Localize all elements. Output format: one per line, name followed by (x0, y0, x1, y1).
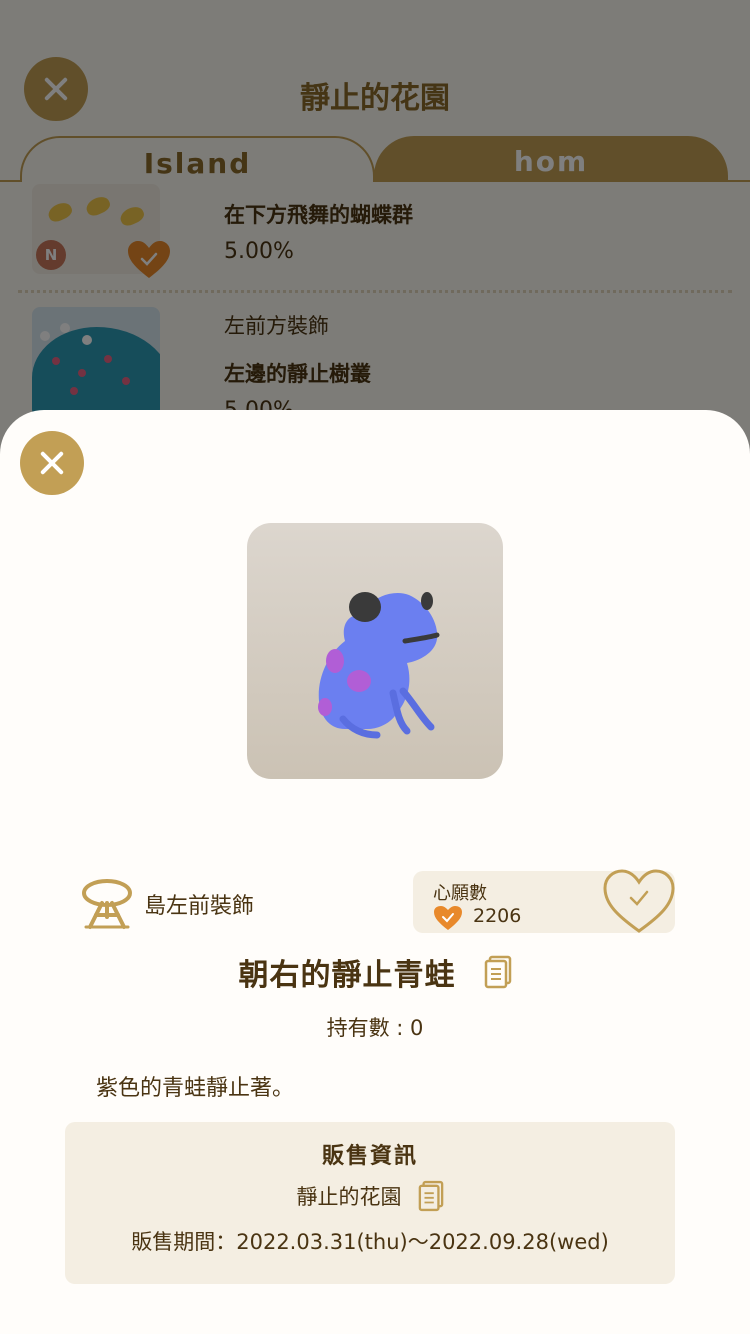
sale-info-title: 販售資訊 (321, 1144, 418, 1169)
item-detail-sheet: 島左前裝飾 心願數 2206 朝右的靜止青蛙 持有數 : 0 紫色的青蛙靜止著。… (0, 410, 750, 1334)
copy-icon[interactable] (484, 955, 512, 989)
wishlist-count: 2206 (473, 905, 522, 927)
frog-illustration (318, 592, 440, 739)
heart-check-icon (434, 906, 462, 930)
item-description: 紫色的青蛙靜止著。 (96, 1076, 295, 1101)
item-title: 朝右的靜止青蛙 (238, 958, 456, 993)
sale-period: 販售期間：2022.03.31(thu)～2022.09.28(wed) (131, 1230, 609, 1254)
sale-shop-row: 靜止的花園 (65, 1180, 675, 1212)
item-image (247, 523, 503, 779)
copy-icon[interactable] (418, 1180, 444, 1212)
category-row: 島左前裝飾 (80, 877, 254, 931)
wishlist-heart-button[interactable] (602, 868, 676, 934)
wishlist-label: 心願數 (433, 883, 487, 904)
swing-icon (82, 879, 132, 929)
owned-count: 持有數 : 0 (326, 1016, 424, 1040)
sale-info-panel: 販售資訊 靜止的花園 販售期間：2022.03.31(thu)～2022.09.… (65, 1122, 675, 1284)
close-button[interactable] (20, 431, 84, 495)
item-title-row: 朝右的靜止青蛙 (0, 950, 750, 994)
sale-shop-name: 靜止的花園 (296, 1185, 402, 1209)
category-label: 島左前裝飾 (144, 894, 255, 919)
